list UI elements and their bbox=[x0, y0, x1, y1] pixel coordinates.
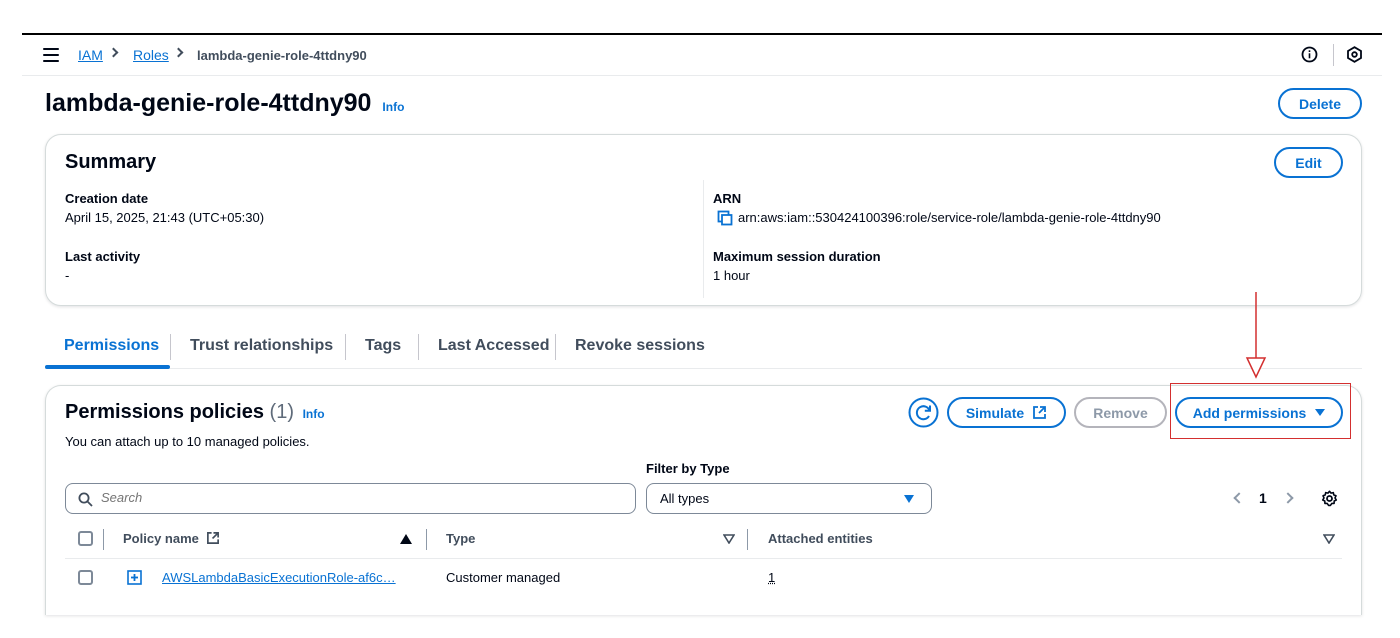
delete-button[interactable]: Delete bbox=[1278, 88, 1362, 119]
chevron-right-icon bbox=[173, 47, 184, 58]
permissions-heading: Permissions policies (1) Info bbox=[65, 401, 325, 424]
search-input[interactable] bbox=[101, 490, 621, 505]
chevron-left-icon[interactable] bbox=[1233, 492, 1245, 504]
tab-revoke-sessions[interactable]: Revoke sessions bbox=[575, 337, 705, 355]
tab-separator bbox=[170, 334, 171, 360]
max-session-value: 1 hour bbox=[713, 268, 750, 283]
tab-last-accessed[interactable]: Last Accessed bbox=[438, 337, 549, 355]
policy-type: Customer managed bbox=[446, 570, 561, 585]
role-tabs: Permissions Trust relationships Tags Las… bbox=[45, 326, 1362, 369]
breadcrumb-iam[interactable]: IAM bbox=[78, 47, 103, 63]
sort-down-icon[interactable] bbox=[723, 534, 735, 544]
sort-down-icon[interactable] bbox=[1323, 534, 1335, 544]
policy-name-link[interactable]: AWSLambdaBasicExecutionRole-af6c… bbox=[162, 570, 396, 585]
creation-date-value: April 15, 2025, 21:43 (UTC+05:30) bbox=[65, 210, 265, 225]
last-activity-label: Last activity bbox=[65, 249, 141, 264]
settings-hex-icon[interactable] bbox=[1346, 46, 1363, 63]
tab-separator bbox=[418, 334, 419, 360]
tab-trust-relationships[interactable]: Trust relationships bbox=[190, 337, 333, 355]
column-divider bbox=[703, 180, 704, 298]
filter-type-select[interactable]: All types bbox=[646, 483, 932, 514]
last-activity-value: - bbox=[65, 268, 70, 283]
external-link-icon bbox=[1033, 406, 1047, 419]
simulate-label: Simulate bbox=[965, 404, 1025, 421]
column-separator bbox=[747, 529, 748, 550]
search-icon bbox=[78, 492, 93, 507]
refresh-icon[interactable] bbox=[908, 397, 939, 428]
header-divider bbox=[65, 558, 1342, 559]
info-circle-icon[interactable] bbox=[1301, 46, 1318, 63]
copy-icon[interactable] bbox=[717, 210, 733, 226]
creation-date-label: Creation date bbox=[65, 191, 149, 206]
permissions-description: You can attach up to 10 managed policies… bbox=[65, 434, 310, 449]
role-name-heading: lambda-genie-role-4ttdny90 bbox=[45, 89, 372, 117]
chevron-right-icon bbox=[108, 47, 119, 58]
permissions-policies-card: Permissions policies (1) Info You can at… bbox=[45, 385, 1362, 615]
breadcrumb-roles[interactable]: Roles bbox=[133, 47, 169, 63]
arn-label: ARN bbox=[713, 191, 742, 206]
policy-count: (1) bbox=[269, 401, 294, 423]
summary-title: Summary bbox=[65, 151, 157, 173]
arn-value: arn:aws:iam::530424100396:role/service-r… bbox=[738, 210, 1161, 225]
breadcrumb-current-role: lambda-genie-role-4ttdny90 bbox=[197, 48, 367, 63]
permissions-title: Permissions policies bbox=[65, 401, 264, 423]
annotation-arrow bbox=[1245, 292, 1267, 379]
tab-separator bbox=[555, 334, 556, 360]
expand-icon[interactable] bbox=[127, 570, 142, 585]
page-number[interactable]: 1 bbox=[1259, 490, 1267, 506]
column-attached-entities[interactable]: Attached entities bbox=[768, 531, 873, 546]
external-link-icon bbox=[206, 532, 219, 544]
column-type[interactable]: Type bbox=[446, 531, 475, 546]
title-info-link[interactable]: Info bbox=[382, 100, 404, 114]
sort-up-icon[interactable] bbox=[400, 534, 412, 544]
chevron-right-icon[interactable] bbox=[1282, 492, 1294, 504]
tab-tags[interactable]: Tags bbox=[365, 337, 401, 355]
column-policy-name-label: Policy name bbox=[123, 531, 199, 546]
simulate-button[interactable]: Simulate bbox=[947, 397, 1066, 428]
tab-separator bbox=[345, 334, 346, 360]
filter-by-type-label: Filter by Type bbox=[646, 461, 730, 476]
active-tab-indicator bbox=[45, 365, 170, 369]
gear-icon[interactable] bbox=[1321, 490, 1338, 507]
remove-button[interactable]: Remove bbox=[1074, 397, 1167, 428]
edit-button[interactable]: Edit bbox=[1274, 147, 1343, 178]
tab-permissions[interactable]: Permissions bbox=[64, 337, 159, 355]
breadcrumb-bar: IAM Roles lambda-genie-role-4ttdny90 bbox=[22, 35, 1382, 76]
column-separator bbox=[103, 529, 104, 550]
permissions-info-link[interactable]: Info bbox=[303, 407, 325, 421]
page-title: lambda-genie-role-4ttdny90 Info bbox=[45, 89, 404, 118]
column-separator bbox=[426, 529, 427, 550]
select-all-checkbox[interactable] bbox=[78, 531, 93, 546]
row-checkbox[interactable] bbox=[78, 570, 93, 585]
menu-icon[interactable] bbox=[43, 48, 59, 62]
attached-entities-count[interactable]: 1 bbox=[768, 570, 775, 585]
search-field[interactable] bbox=[65, 483, 636, 514]
max-session-label: Maximum session duration bbox=[713, 249, 881, 264]
nav-divider bbox=[1333, 44, 1334, 66]
annotation-highlight-box bbox=[1170, 383, 1351, 439]
summary-card: Summary Edit Creation date April 15, 202… bbox=[45, 134, 1362, 306]
caret-down-icon bbox=[904, 495, 914, 503]
filter-type-value: All types bbox=[660, 491, 710, 506]
column-policy-name[interactable]: Policy name bbox=[123, 531, 220, 546]
